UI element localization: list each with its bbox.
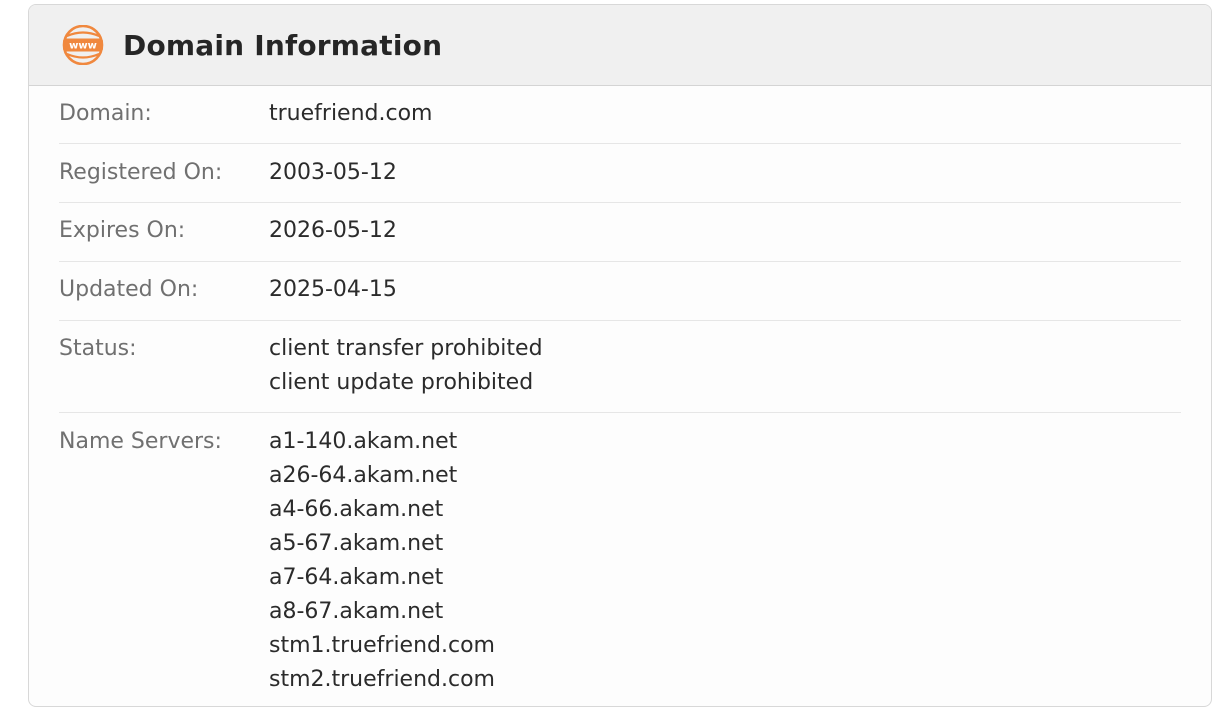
updated-on-value: 2025-04-15 <box>269 277 397 302</box>
row-label: Updated On: <box>59 277 199 302</box>
name-server-value: stm1.truefriend.com <box>269 633 495 658</box>
row-values: 2003-05-12 <box>269 156 397 190</box>
row-label: Status: <box>59 336 137 361</box>
row-label: Expires On: <box>59 218 186 243</box>
row-values: client transfer prohibited client update… <box>269 332 543 400</box>
row-values: 2025-04-15 <box>269 273 397 307</box>
name-server-value: a1-140.akam.net <box>269 429 458 454</box>
domain-information-card: www Domain Information Domain: truefrien… <box>28 4 1212 707</box>
name-server-value: a5-67.akam.net <box>269 531 444 556</box>
status-value: client update prohibited <box>269 370 534 395</box>
name-server-value: a26-64.akam.net <box>269 463 458 488</box>
row-values: 2026-05-12 <box>269 214 397 248</box>
info-row-registered-on: Registered On: 2003-05-12 <box>59 144 1181 203</box>
info-row-domain: Domain: truefriend.com <box>59 86 1181 144</box>
expires-on-value: 2026-05-12 <box>269 218 397 243</box>
row-values: a1-140.akam.net a26-64.akam.net a4-66.ak… <box>269 425 495 697</box>
row-label: Registered On: <box>59 160 223 185</box>
info-row-expires-on: Expires On: 2026-05-12 <box>59 203 1181 262</box>
name-server-value: a7-64.akam.net <box>269 565 444 590</box>
info-row-status: Status: client transfer prohibited clien… <box>59 321 1181 413</box>
status-value: client transfer prohibited <box>269 336 543 361</box>
domain-value: truefriend.com <box>269 101 433 126</box>
name-server-value: a8-67.akam.net <box>269 599 444 624</box>
registered-on-value: 2003-05-12 <box>269 160 397 185</box>
row-values: truefriend.com <box>269 97 432 131</box>
row-label: Name Servers: <box>59 429 222 454</box>
card-title: Domain Information <box>123 28 443 62</box>
card-header: www Domain Information <box>29 5 1211 86</box>
row-label: Domain: <box>59 101 152 126</box>
name-server-value: a4-66.akam.net <box>269 497 444 522</box>
domain-info-list: Domain: truefriend.com Registered On: 20… <box>29 86 1211 697</box>
www-globe-icon: www <box>61 25 105 65</box>
name-server-value: stm2.truefriend.com <box>269 667 495 692</box>
www-icon-text: www <box>69 41 97 52</box>
info-row-updated-on: Updated On: 2025-04-15 <box>59 262 1181 321</box>
info-row-name-servers: Name Servers: a1-140.akam.net a26-64.aka… <box>59 413 1181 697</box>
